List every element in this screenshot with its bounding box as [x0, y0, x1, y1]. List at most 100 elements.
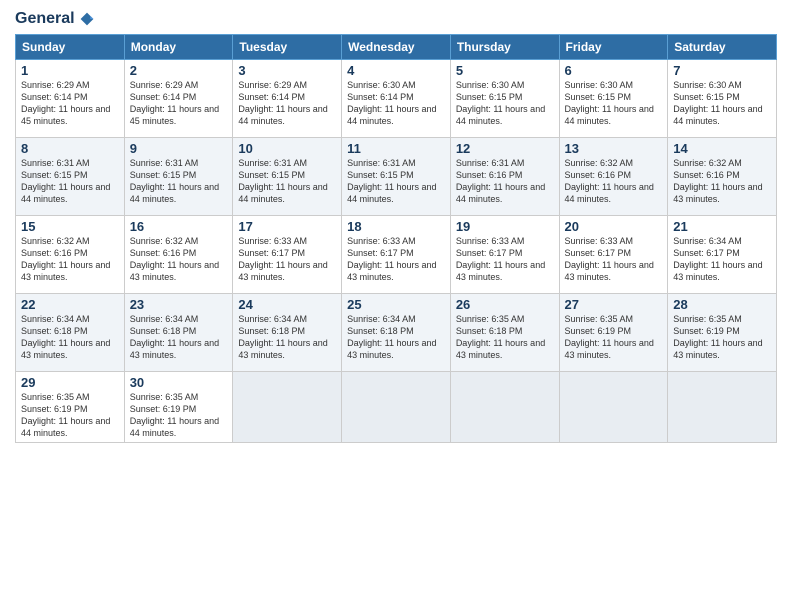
- calendar-cell: 3 Sunrise: 6:29 AMSunset: 6:14 PMDayligh…: [233, 59, 342, 137]
- day-number: 7: [673, 63, 771, 78]
- day-number: 24: [238, 297, 336, 312]
- day-number: 1: [21, 63, 119, 78]
- day-number: 4: [347, 63, 445, 78]
- calendar-cell: [233, 371, 342, 443]
- cell-info: Sunrise: 6:29 AMSunset: 6:14 PMDaylight:…: [238, 80, 327, 126]
- cell-info: Sunrise: 6:35 AMSunset: 6:19 PMDaylight:…: [21, 392, 110, 438]
- weekday-header-wednesday: Wednesday: [342, 34, 451, 59]
- calendar-week-row: 29 Sunrise: 6:35 AMSunset: 6:19 PMDaylig…: [16, 371, 777, 443]
- calendar-cell: 24 Sunrise: 6:34 AMSunset: 6:18 PMDaylig…: [233, 293, 342, 371]
- cell-info: Sunrise: 6:30 AMSunset: 6:15 PMDaylight:…: [565, 80, 654, 126]
- calendar-week-row: 1 Sunrise: 6:29 AMSunset: 6:14 PMDayligh…: [16, 59, 777, 137]
- cell-info: Sunrise: 6:35 AMSunset: 6:18 PMDaylight:…: [456, 314, 545, 360]
- calendar-cell: 14 Sunrise: 6:32 AMSunset: 6:16 PMDaylig…: [668, 137, 777, 215]
- calendar-cell: [450, 371, 559, 443]
- day-number: 2: [130, 63, 228, 78]
- calendar-cell: 28 Sunrise: 6:35 AMSunset: 6:19 PMDaylig…: [668, 293, 777, 371]
- calendar-week-row: 8 Sunrise: 6:31 AMSunset: 6:15 PMDayligh…: [16, 137, 777, 215]
- day-number: 5: [456, 63, 554, 78]
- cell-info: Sunrise: 6:30 AMSunset: 6:14 PMDaylight:…: [347, 80, 436, 126]
- cell-info: Sunrise: 6:31 AMSunset: 6:16 PMDaylight:…: [456, 158, 545, 204]
- cell-info: Sunrise: 6:32 AMSunset: 6:16 PMDaylight:…: [21, 236, 110, 282]
- weekday-header-friday: Friday: [559, 34, 668, 59]
- calendar-cell: 23 Sunrise: 6:34 AMSunset: 6:18 PMDaylig…: [124, 293, 233, 371]
- weekday-header-tuesday: Tuesday: [233, 34, 342, 59]
- day-number: 14: [673, 141, 771, 156]
- weekday-header-monday: Monday: [124, 34, 233, 59]
- day-number: 27: [565, 297, 663, 312]
- cell-info: Sunrise: 6:33 AMSunset: 6:17 PMDaylight:…: [347, 236, 436, 282]
- header: General: [15, 10, 777, 28]
- cell-info: Sunrise: 6:33 AMSunset: 6:17 PMDaylight:…: [238, 236, 327, 282]
- day-number: 6: [565, 63, 663, 78]
- day-number: 30: [130, 375, 228, 390]
- calendar-cell: 12 Sunrise: 6:31 AMSunset: 6:16 PMDaylig…: [450, 137, 559, 215]
- weekday-header-row: SundayMondayTuesdayWednesdayThursdayFrid…: [16, 34, 777, 59]
- cell-info: Sunrise: 6:34 AMSunset: 6:18 PMDaylight:…: [21, 314, 110, 360]
- weekday-header-thursday: Thursday: [450, 34, 559, 59]
- cell-info: Sunrise: 6:33 AMSunset: 6:17 PMDaylight:…: [456, 236, 545, 282]
- day-number: 10: [238, 141, 336, 156]
- calendar-cell: 22 Sunrise: 6:34 AMSunset: 6:18 PMDaylig…: [16, 293, 125, 371]
- day-number: 11: [347, 141, 445, 156]
- calendar-cell: 9 Sunrise: 6:31 AMSunset: 6:15 PMDayligh…: [124, 137, 233, 215]
- day-number: 25: [347, 297, 445, 312]
- cell-info: Sunrise: 6:33 AMSunset: 6:17 PMDaylight:…: [565, 236, 654, 282]
- calendar-cell: 15 Sunrise: 6:32 AMSunset: 6:16 PMDaylig…: [16, 215, 125, 293]
- calendar-cell: 11 Sunrise: 6:31 AMSunset: 6:15 PMDaylig…: [342, 137, 451, 215]
- calendar-cell: [668, 371, 777, 443]
- day-number: 22: [21, 297, 119, 312]
- calendar-cell: 8 Sunrise: 6:31 AMSunset: 6:15 PMDayligh…: [16, 137, 125, 215]
- calendar-cell: 26 Sunrise: 6:35 AMSunset: 6:18 PMDaylig…: [450, 293, 559, 371]
- calendar-cell: 19 Sunrise: 6:33 AMSunset: 6:17 PMDaylig…: [450, 215, 559, 293]
- day-number: 15: [21, 219, 119, 234]
- logo: General: [15, 10, 95, 28]
- calendar-cell: 6 Sunrise: 6:30 AMSunset: 6:15 PMDayligh…: [559, 59, 668, 137]
- cell-info: Sunrise: 6:31 AMSunset: 6:15 PMDaylight:…: [347, 158, 436, 204]
- cell-info: Sunrise: 6:30 AMSunset: 6:15 PMDaylight:…: [673, 80, 762, 126]
- calendar-cell: 21 Sunrise: 6:34 AMSunset: 6:17 PMDaylig…: [668, 215, 777, 293]
- day-number: 26: [456, 297, 554, 312]
- cell-info: Sunrise: 6:31 AMSunset: 6:15 PMDaylight:…: [21, 158, 110, 204]
- day-number: 13: [565, 141, 663, 156]
- calendar-cell: 2 Sunrise: 6:29 AMSunset: 6:14 PMDayligh…: [124, 59, 233, 137]
- calendar-week-row: 22 Sunrise: 6:34 AMSunset: 6:18 PMDaylig…: [16, 293, 777, 371]
- cell-info: Sunrise: 6:34 AMSunset: 6:18 PMDaylight:…: [238, 314, 327, 360]
- cell-info: Sunrise: 6:34 AMSunset: 6:17 PMDaylight:…: [673, 236, 762, 282]
- cell-info: Sunrise: 6:32 AMSunset: 6:16 PMDaylight:…: [673, 158, 762, 204]
- calendar-cell: 7 Sunrise: 6:30 AMSunset: 6:15 PMDayligh…: [668, 59, 777, 137]
- calendar-cell: 20 Sunrise: 6:33 AMSunset: 6:17 PMDaylig…: [559, 215, 668, 293]
- cell-info: Sunrise: 6:35 AMSunset: 6:19 PMDaylight:…: [673, 314, 762, 360]
- calendar-cell: 25 Sunrise: 6:34 AMSunset: 6:18 PMDaylig…: [342, 293, 451, 371]
- day-number: 21: [673, 219, 771, 234]
- calendar-cell: [342, 371, 451, 443]
- cell-info: Sunrise: 6:30 AMSunset: 6:15 PMDaylight:…: [456, 80, 545, 126]
- day-number: 29: [21, 375, 119, 390]
- day-number: 23: [130, 297, 228, 312]
- cell-info: Sunrise: 6:34 AMSunset: 6:18 PMDaylight:…: [347, 314, 436, 360]
- cell-info: Sunrise: 6:35 AMSunset: 6:19 PMDaylight:…: [130, 392, 219, 438]
- calendar-cell: 13 Sunrise: 6:32 AMSunset: 6:16 PMDaylig…: [559, 137, 668, 215]
- day-number: 8: [21, 141, 119, 156]
- day-number: 18: [347, 219, 445, 234]
- cell-info: Sunrise: 6:31 AMSunset: 6:15 PMDaylight:…: [130, 158, 219, 204]
- cell-info: Sunrise: 6:34 AMSunset: 6:18 PMDaylight:…: [130, 314, 219, 360]
- calendar-cell: 18 Sunrise: 6:33 AMSunset: 6:17 PMDaylig…: [342, 215, 451, 293]
- cell-info: Sunrise: 6:31 AMSunset: 6:15 PMDaylight:…: [238, 158, 327, 204]
- calendar-cell: 4 Sunrise: 6:30 AMSunset: 6:14 PMDayligh…: [342, 59, 451, 137]
- weekday-header-saturday: Saturday: [668, 34, 777, 59]
- calendar-cell: [559, 371, 668, 443]
- weekday-header-sunday: Sunday: [16, 34, 125, 59]
- cell-info: Sunrise: 6:29 AMSunset: 6:14 PMDaylight:…: [130, 80, 219, 126]
- calendar-cell: 16 Sunrise: 6:32 AMSunset: 6:16 PMDaylig…: [124, 215, 233, 293]
- cell-info: Sunrise: 6:29 AMSunset: 6:14 PMDaylight:…: [21, 80, 110, 126]
- calendar-cell: 17 Sunrise: 6:33 AMSunset: 6:17 PMDaylig…: [233, 215, 342, 293]
- calendar-cell: 5 Sunrise: 6:30 AMSunset: 6:15 PMDayligh…: [450, 59, 559, 137]
- cell-info: Sunrise: 6:35 AMSunset: 6:19 PMDaylight:…: [565, 314, 654, 360]
- day-number: 3: [238, 63, 336, 78]
- calendar-cell: 10 Sunrise: 6:31 AMSunset: 6:15 PMDaylig…: [233, 137, 342, 215]
- calendar: SundayMondayTuesdayWednesdayThursdayFrid…: [15, 34, 777, 444]
- cell-info: Sunrise: 6:32 AMSunset: 6:16 PMDaylight:…: [565, 158, 654, 204]
- calendar-cell: 27 Sunrise: 6:35 AMSunset: 6:19 PMDaylig…: [559, 293, 668, 371]
- cell-info: Sunrise: 6:32 AMSunset: 6:16 PMDaylight:…: [130, 236, 219, 282]
